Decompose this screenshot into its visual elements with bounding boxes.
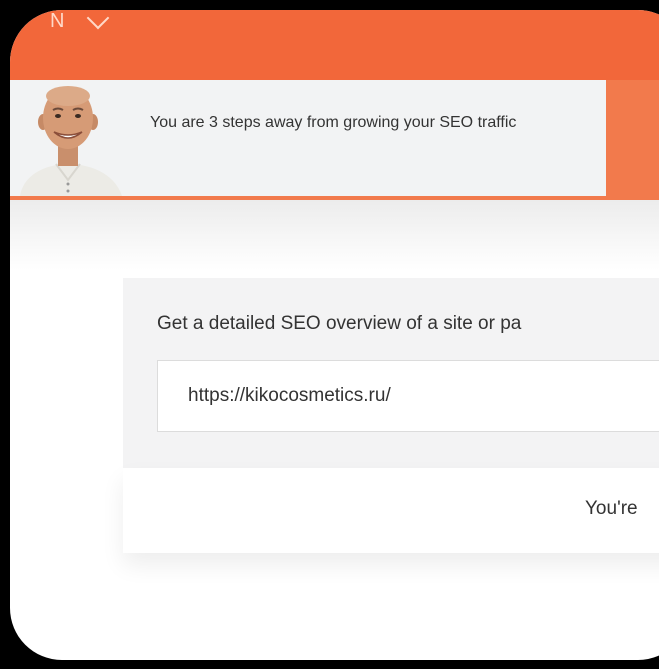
section-gradient [10, 200, 659, 270]
seo-analyzer-panel: Get a detailed SEO overview of a site or… [123, 278, 659, 468]
banner-card: You are 3 steps away from growing your S… [10, 80, 606, 196]
app-frame: N You are 3 steps away from growing your… [10, 10, 659, 660]
chevron-down-icon[interactable] [86, 10, 110, 30]
avatar [10, 80, 128, 196]
banner-message: You are 3 steps away from growing your S… [150, 114, 517, 131]
top-navigation-bar: N [10, 10, 659, 80]
status-section: You're [123, 468, 659, 553]
progress-banner: You are 3 steps away from growing your S… [10, 80, 659, 200]
nav-item-partial[interactable]: N [50, 11, 64, 31]
url-input[interactable] [157, 360, 659, 432]
status-text: You're [585, 498, 638, 519]
panel-heading: Get a detailed SEO overview of a site or… [157, 313, 522, 334]
